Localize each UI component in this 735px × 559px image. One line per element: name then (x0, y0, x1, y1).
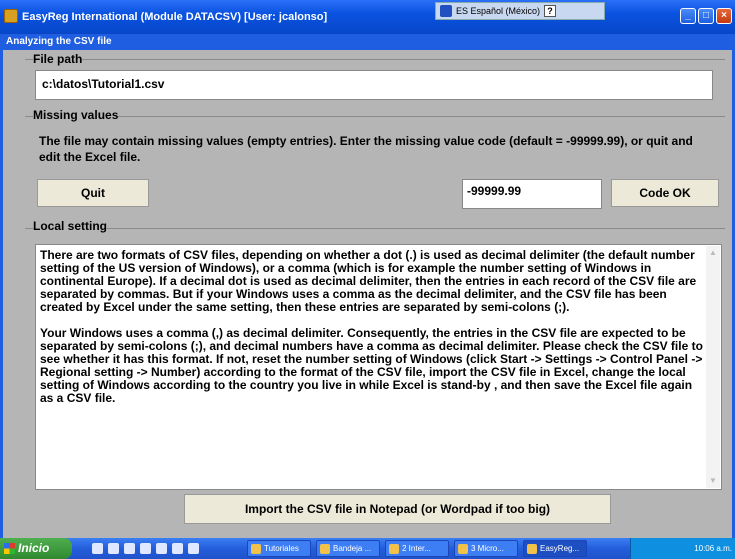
start-label: Inicio (18, 541, 50, 555)
minimize-button[interactable]: _ (680, 8, 696, 24)
close-button[interactable]: × (716, 8, 732, 24)
local-setting-text: There are two formats of CSV files, depe… (40, 249, 704, 418)
quit-button[interactable]: Quit (37, 179, 149, 207)
file-path-label: File path (33, 52, 83, 66)
quicklaunch-icon[interactable] (156, 543, 167, 554)
clock[interactable]: 10:06 a.m. (694, 544, 732, 553)
start-button[interactable]: Inicio (0, 538, 72, 559)
taskbar-item-label: EasyReg... (540, 544, 580, 553)
taskbar-item[interactable]: EasyReg... (523, 540, 587, 557)
file-path-field[interactable]: c:\datos\Tutorial1.csv (35, 70, 713, 100)
folder-icon (251, 544, 261, 554)
language-icon (440, 5, 452, 17)
local-setting-textarea[interactable]: There are two formats of CSV files, depe… (35, 244, 722, 490)
quicklaunch-icon[interactable] (108, 543, 119, 554)
language-label: ES Español (México) (456, 6, 541, 16)
taskbar-item[interactable]: 2 Inter... (385, 540, 449, 557)
taskbar: Inicio Tutoriales Bandeja ... 2 Inter...… (0, 538, 735, 559)
taskbar-item-label: Tutoriales (264, 544, 299, 553)
taskbar-item-label: 2 Inter... (402, 544, 431, 553)
window-titlebar[interactable]: EasyReg International (Module DATACSV) [… (0, 0, 735, 34)
window-title: EasyReg International (Module DATACSV) [… (22, 11, 328, 23)
easyreg-icon (527, 544, 537, 554)
divider (25, 116, 725, 117)
taskbar-item-label: Bandeja ... (333, 544, 372, 553)
quicklaunch-icon[interactable] (140, 543, 151, 554)
quicklaunch-icon[interactable] (172, 543, 183, 554)
browser-icon (389, 544, 399, 554)
quicklaunch-icon[interactable] (92, 543, 103, 554)
local-setting-label: Local setting (33, 219, 108, 233)
import-notepad-button[interactable]: Import the CSV file in Notepad (or Wordp… (184, 494, 611, 524)
scroll-up-icon[interactable]: ▲ (708, 248, 718, 258)
code-ok-button[interactable]: Code OK (611, 179, 719, 207)
divider (25, 59, 725, 60)
taskbar-item[interactable]: 3 Micro... (454, 540, 518, 557)
system-tray: 10:06 a.m. (630, 538, 735, 559)
scroll-down-icon[interactable]: ▼ (708, 476, 718, 486)
word-icon (458, 544, 468, 554)
divider (25, 228, 725, 229)
app-icon (4, 9, 18, 23)
help-icon[interactable]: ? (544, 5, 557, 17)
info-paragraph: Your Windows uses a comma (,) as decimal… (40, 326, 703, 405)
taskbar-item[interactable]: Bandeja ... (316, 540, 380, 557)
missing-values-label: Missing values (33, 108, 119, 122)
vertical-scrollbar[interactable]: ▲ ▼ (706, 246, 720, 488)
info-paragraph: There are two formats of CSV files, depe… (40, 248, 697, 314)
windows-logo-icon (4, 543, 15, 554)
main-panel: File path c:\datos\Tutorial1.csv Missing… (0, 50, 735, 538)
mail-icon (320, 544, 330, 554)
missing-code-input[interactable]: -99999.99 (462, 179, 602, 209)
language-bar[interactable]: ES Español (México) ? (435, 2, 605, 20)
taskbar-item-label: 3 Micro... (471, 544, 504, 553)
taskbar-item[interactable]: Tutoriales (247, 540, 311, 557)
missing-values-text: The file may contain missing values (emp… (39, 134, 693, 164)
quicklaunch-icon[interactable] (188, 543, 199, 554)
maximize-button[interactable]: □ (698, 8, 714, 24)
dialog-subtitle: Analyzing the CSV file (0, 34, 735, 50)
quicklaunch-icon[interactable] (124, 543, 135, 554)
